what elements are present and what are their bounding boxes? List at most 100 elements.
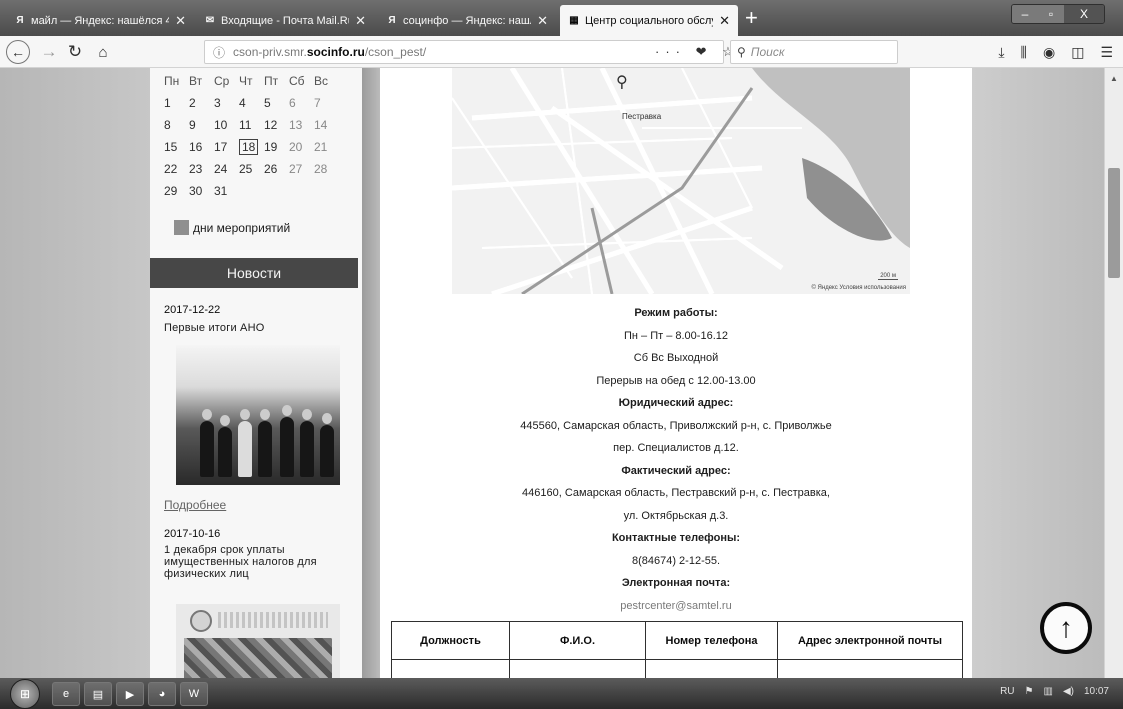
calendar-day[interactable]: 25 — [239, 162, 264, 176]
menu-icon[interactable]: ☰ — [1100, 44, 1113, 61]
calendar-day[interactable]: 12 — [264, 118, 289, 132]
minimize-button[interactable]: – — [1012, 5, 1038, 23]
tab-social-center[interactable]: ▦ Центр социального обслужи ✕ — [560, 5, 738, 36]
language-indicator[interactable]: RU — [1000, 686, 1014, 697]
news-photo[interactable] — [176, 345, 340, 485]
calendar-week: 29 30 31 — [164, 180, 339, 202]
calendar-day[interactable]: 7 — [314, 96, 339, 110]
media-player-icon[interactable]: ▶ — [116, 682, 144, 706]
forward-button[interactable]: → — [40, 40, 58, 64]
ie-icon[interactable]: e — [52, 682, 80, 706]
calendar-day[interactable]: 21 — [314, 140, 339, 154]
calendar-day[interactable]: 29 — [164, 184, 189, 198]
news-photo[interactable] — [176, 604, 340, 678]
calendar-day[interactable]: 30 — [189, 184, 214, 198]
calendar-day[interactable]: 26 — [264, 162, 289, 176]
map-pin-icon[interactable]: ⚲ — [616, 72, 628, 92]
calendar-day[interactable]: 2 — [189, 96, 214, 110]
calendar-day[interactable]: 20 — [289, 140, 314, 154]
calendar-day[interactable]: 1 — [164, 96, 189, 110]
map-place-label: Пестравка — [622, 112, 662, 121]
calendar-day[interactable]: 14 — [314, 118, 339, 132]
tab-yandex-mail[interactable]: Я майл — Яндекс: нашёлся 481 ✕ — [6, 5, 194, 36]
reload-button[interactable]: ↻ — [64, 40, 86, 64]
calendar-day[interactable]: 6 — [289, 96, 314, 110]
close-tab-icon[interactable]: ✕ — [537, 13, 548, 29]
tab-mail-inbox[interactable]: ✉ Входящие - Почта Mail.Ru ✕ — [196, 5, 374, 36]
calendar-day[interactable]: 11 — [239, 118, 264, 132]
calendar-day-number: 25 — [239, 162, 253, 176]
calendar-day-number: 6 — [289, 96, 296, 110]
library-icon[interactable]: ⫼ — [1021, 44, 1027, 61]
calendar-day[interactable]: 24 — [214, 162, 239, 176]
tab-yandex-socinfo[interactable]: Я социнфо — Яндекс: нашлось ✕ — [378, 5, 556, 36]
calendar-day[interactable]: 4 — [239, 96, 264, 110]
flag-icon[interactable]: ⚑ — [1025, 686, 1034, 697]
news-header[interactable]: Новости — [150, 258, 358, 288]
calendar-day-number: 20 — [289, 140, 303, 154]
scroll-to-top-button[interactable]: ↑ — [1040, 602, 1092, 654]
close-window-button[interactable]: X — [1064, 5, 1104, 23]
calendar-day[interactable]: 23 — [189, 162, 214, 176]
calendar-day[interactable]: 27 — [289, 162, 314, 176]
calendar-day[interactable]: 16 — [189, 140, 214, 154]
photo-image — [184, 638, 332, 678]
page-background-right — [972, 68, 1104, 678]
photo-person — [238, 409, 252, 477]
clock[interactable]: 10:07 — [1084, 686, 1109, 697]
map-attribution[interactable]: © Яндекс Условия использования — [811, 285, 906, 291]
volume-icon[interactable]: ◀) — [1063, 686, 1074, 697]
calendar-week: 22 23 24 25 26 27 28 — [164, 158, 339, 180]
calendar-day[interactable]: 22 — [164, 162, 189, 176]
start-button[interactable]: ⊞ — [10, 679, 40, 709]
download-icon[interactable]: ⤓ — [998, 44, 1004, 61]
extension-icon[interactable]: ◉ — [1043, 44, 1055, 61]
back-button[interactable]: ← — [6, 40, 30, 64]
calendar-day[interactable]: 31 — [214, 184, 239, 198]
calendar-day[interactable]: 3 — [214, 96, 239, 110]
calendar-day[interactable]: 9 — [189, 118, 214, 132]
maximize-button[interactable]: ▫ — [1038, 5, 1064, 23]
scroll-up-arrow-icon[interactable]: ▲ — [1110, 74, 1118, 83]
calendar-day-number: 16 — [189, 140, 203, 154]
news-date: 2017-12-22 — [164, 304, 221, 316]
close-tab-icon[interactable]: ✕ — [719, 13, 730, 29]
sidebar-icon[interactable]: ◫ — [1071, 44, 1084, 61]
site-info-icon[interactable]: ⓘ — [213, 44, 225, 61]
network-icon[interactable]: ▥ — [1043, 686, 1052, 697]
calendar-day[interactable]: 17 — [214, 140, 239, 154]
calendar-day-number: 26 — [264, 162, 278, 176]
address-bar[interactable]: ⓘ cson-priv.smr. socinfo.ru/cson_pest/ — [204, 40, 724, 64]
search-input[interactable]: ⚲ Поиск — [730, 40, 898, 64]
new-tab-button[interactable]: + — [745, 6, 758, 30]
calendar-day-number: 2 — [189, 96, 196, 110]
news-title[interactable]: 1 декабря срок уплаты имущественных нало… — [164, 544, 344, 580]
photo-person — [258, 409, 272, 477]
calendar-day[interactable]: 10 — [214, 118, 239, 132]
news-title[interactable]: Первые итоги АНО — [164, 322, 344, 334]
word-icon[interactable]: W — [180, 682, 208, 706]
calendar-day[interactable]: 15 — [164, 140, 189, 154]
calendar-day[interactable]: 5 — [264, 96, 289, 110]
page-scrollbar[interactable]: ▲ — [1104, 68, 1123, 678]
main-content: ⚲ Пестравка 200 м © Яндекс Условия испол… — [380, 68, 972, 678]
calendar-day[interactable]: 19 — [264, 140, 289, 154]
scrollbar-thumb[interactable] — [1108, 168, 1120, 278]
more-link[interactable]: Подробнее — [164, 498, 226, 512]
calendar-day-today[interactable]: 18 — [239, 139, 264, 155]
calendar-day[interactable]: 8 — [164, 118, 189, 132]
explorer-icon[interactable]: ▤ — [84, 682, 112, 706]
url-prefix: cson-priv.smr. — [233, 45, 307, 59]
home-button[interactable]: ⌂ — [92, 40, 114, 64]
close-tab-icon[interactable]: ✕ — [355, 13, 366, 29]
email-link[interactable]: pestrcenter@samtel.ru — [380, 595, 972, 618]
close-tab-icon[interactable]: ✕ — [175, 13, 186, 29]
calendar-day[interactable]: 13 — [289, 118, 314, 132]
yandex-map[interactable]: ⚲ Пестравка 200 м © Яндекс Условия испол… — [452, 68, 910, 294]
page-actions-icons[interactable]: ··· ❤ ☆ — [655, 44, 740, 60]
map-streets — [452, 68, 910, 294]
calendar-day-number: 12 — [264, 118, 278, 132]
firefox-icon[interactable]: ◕ — [148, 682, 176, 706]
calendar-day-number: 1 — [164, 96, 171, 110]
calendar-day[interactable]: 28 — [314, 162, 339, 176]
